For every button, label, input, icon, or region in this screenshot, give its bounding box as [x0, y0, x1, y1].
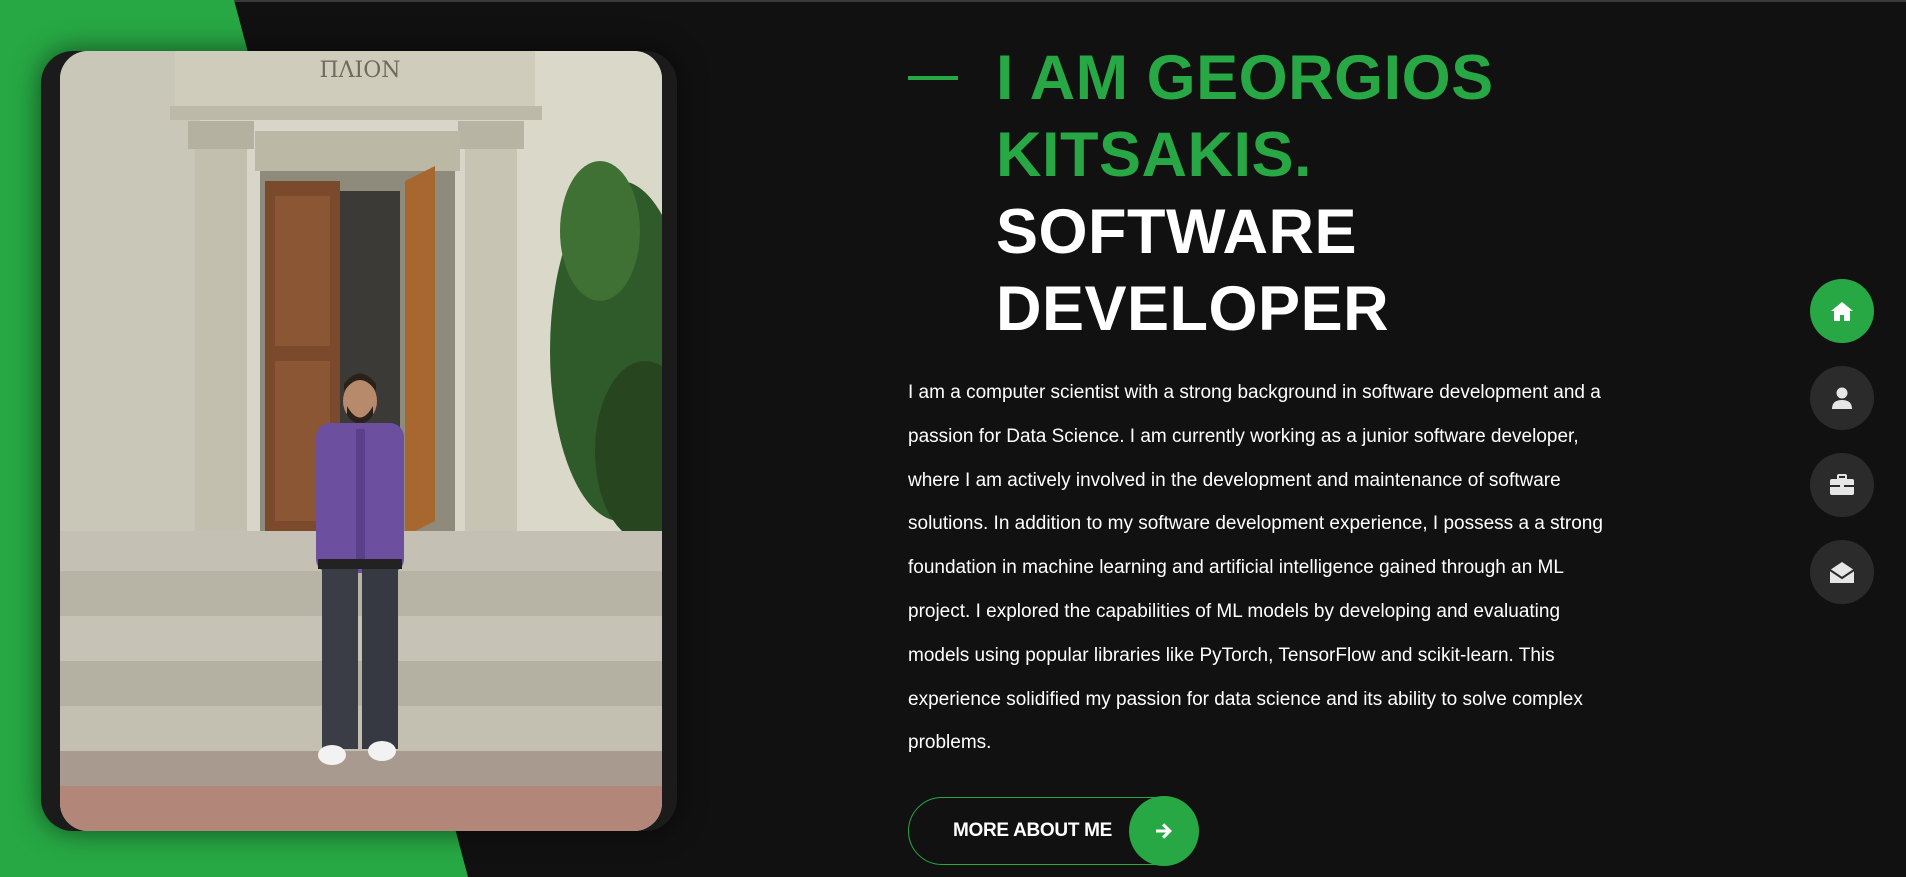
user-icon	[1832, 387, 1852, 409]
more-about-me-label: MORE ABOUT ME	[953, 820, 1113, 841]
nav-home-button[interactable]	[1810, 279, 1874, 343]
profile-photo: ΠΛΙΟΝ	[60, 51, 662, 831]
envelope-open-icon	[1829, 562, 1855, 583]
hero-role: SOFTWARE DEVELOPER	[996, 197, 1390, 344]
hero-headline: I AM GEORGIOS KITSAKIS. SOFTWARE DEVELOP…	[996, 40, 1556, 348]
nav-about-button[interactable]	[1810, 366, 1874, 430]
nav-portfolio-button[interactable]	[1810, 453, 1874, 517]
headline-accent-dash	[908, 76, 958, 80]
profile-photo-card: ΠΛΙΟΝ	[41, 51, 677, 831]
arrow-right-icon	[1129, 796, 1199, 866]
more-about-me-button[interactable]: MORE ABOUT ME	[908, 796, 1199, 866]
top-border	[0, 0, 1906, 2]
hero-name: I AM GEORGIOS KITSAKIS.	[996, 43, 1494, 190]
briefcase-icon	[1830, 474, 1854, 495]
nav-contact-button[interactable]	[1810, 540, 1874, 604]
hero-bio: I am a computer scientist with a strong …	[908, 382, 1603, 754]
inscription-text: ΠΛΙΟΝ	[319, 58, 400, 83]
home-icon	[1831, 302, 1853, 321]
